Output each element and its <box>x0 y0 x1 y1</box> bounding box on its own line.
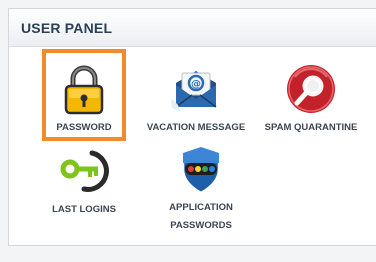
envelope-at-icon: @ <box>171 71 217 111</box>
spam-magnifier-icon <box>287 65 335 113</box>
application-passwords-label-line2: PASSWORDS <box>170 220 232 231</box>
shield-dots-icon <box>181 145 221 195</box>
last-logins-label: LAST LOGINS <box>52 204 116 215</box>
spam-quarantine-label: SPAM QUARANTINE <box>264 122 358 133</box>
spam-quarantine-tile[interactable]: SPAM QUARANTINE <box>259 63 363 137</box>
panel-title: USER PANEL <box>21 19 113 36</box>
vacation-message-label: VACATION MESSAGE <box>146 122 246 133</box>
password-label: PASSWORD <box>56 122 112 133</box>
last-logins-tile[interactable]: LAST LOGINS <box>39 145 129 219</box>
vacation-message-tile[interactable]: @ VACATION MESSAGE <box>143 63 249 137</box>
password-tile[interactable]: PASSWORD <box>42 49 126 141</box>
padlock-icon <box>64 65 104 115</box>
application-passwords-label-line1: APPLICATION <box>169 202 233 213</box>
application-passwords-tile[interactable]: APPLICATION PASSWORDS <box>155 143 247 235</box>
panel-header: USER PANEL <box>9 9 376 47</box>
svg-text:@: @ <box>191 79 201 90</box>
application-passwords-label: APPLICATION PASSWORDS <box>169 199 233 235</box>
user-panel: USER PANEL PASSWORD @ VACATION MESSAGE S… <box>8 8 376 246</box>
key-icon <box>60 150 109 192</box>
